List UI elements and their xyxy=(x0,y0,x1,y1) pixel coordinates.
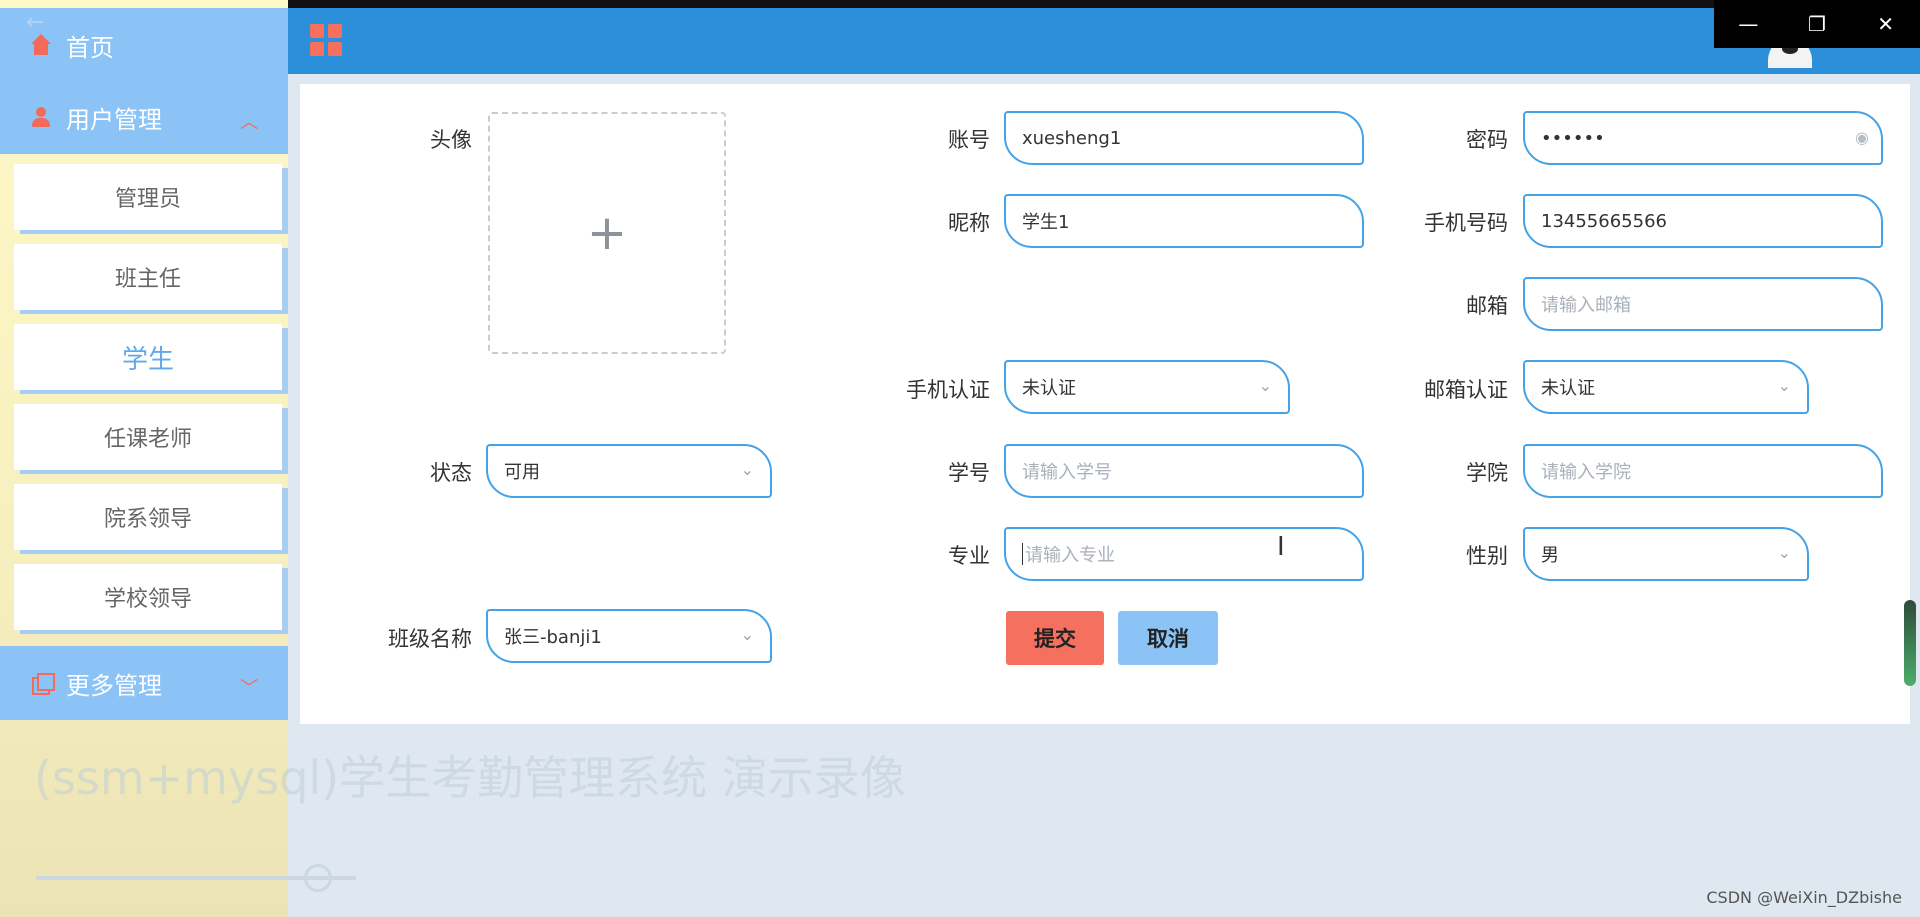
phone-value: 13455665566 xyxy=(1541,210,1667,232)
college-label: 学院 xyxy=(1466,461,1508,485)
student-no-placeholder: 请输入学号 xyxy=(1022,462,1112,483)
sidebar-item-head-teacher[interactable]: 班主任 xyxy=(14,244,282,310)
menu-user-management-label: 用户管理 xyxy=(66,105,162,134)
user-icon xyxy=(30,106,52,128)
email-verify-value: 未认证 xyxy=(1541,378,1595,399)
phone-verify-select[interactable]: 未认证 ⌄ xyxy=(1004,360,1290,414)
chevron-down-icon: ﹀ xyxy=(240,678,258,699)
chevron-down-icon: ⌄ xyxy=(740,460,754,479)
minimize-button[interactable]: — xyxy=(1714,0,1783,48)
student-no-label: 学号 xyxy=(948,461,990,485)
gender-select[interactable]: 男 ⌄ xyxy=(1523,527,1809,581)
phone-verify-value: 未认证 xyxy=(1022,378,1076,399)
arrow-left-icon[interactable]: ← xyxy=(26,10,44,35)
class-label: 班级名称 xyxy=(388,627,472,651)
text-caret xyxy=(1022,543,1023,565)
status-value: 可用 xyxy=(504,462,540,483)
cancel-button[interactable]: 取消 xyxy=(1118,611,1218,665)
password-value: •••••• xyxy=(1541,127,1605,149)
sidebar-item-student[interactable]: 学生 xyxy=(14,324,282,390)
nickname-value: 学生1 xyxy=(1022,212,1070,233)
email-placeholder: 请输入邮箱 xyxy=(1541,295,1631,316)
grid-menu-icon[interactable] xyxy=(310,24,342,56)
window-controls: — ❐ ✕ xyxy=(1714,0,1920,48)
user-submenu: 管理员 班主任 学生 任课老师 院系领导 学校领导 xyxy=(14,164,282,644)
college-input[interactable]: 请输入学院 xyxy=(1523,444,1883,498)
sidebar-item-teacher[interactable]: 任课老师 xyxy=(14,404,282,470)
gender-label: 性别 xyxy=(1466,544,1508,568)
phone-verify-label: 手机认证 xyxy=(906,378,990,402)
header-bar xyxy=(288,8,1920,74)
eye-icon[interactable]: ◉ xyxy=(1855,128,1869,147)
chevron-up-icon: ︿ xyxy=(240,112,258,133)
major-label: 专业 xyxy=(948,544,990,568)
college-placeholder: 请输入学院 xyxy=(1541,462,1631,483)
chevron-down-icon: ⌄ xyxy=(1777,543,1791,562)
copy-icon xyxy=(30,672,55,695)
chevron-down-icon: ⌄ xyxy=(1258,376,1272,395)
email-verify-label: 邮箱认证 xyxy=(1424,378,1508,402)
class-value: 张三-banji1 xyxy=(504,627,602,648)
chevron-down-icon: ⌄ xyxy=(1777,376,1791,395)
phone-label: 手机号码 xyxy=(1424,211,1508,235)
account-input[interactable]: xuesheng1 xyxy=(1004,111,1364,165)
major-input[interactable]: 请输入专业 xyxy=(1004,527,1364,581)
nickname-input[interactable]: 学生1 xyxy=(1004,194,1364,248)
student-no-input[interactable]: 请输入学号 xyxy=(1004,444,1364,498)
account-value: xuesheng1 xyxy=(1022,127,1122,149)
email-verify-select[interactable]: 未认证 ⌄ xyxy=(1523,360,1809,414)
watermark: CSDN @WeiXin_DZbishe xyxy=(1706,888,1902,907)
email-input[interactable]: 请输入邮箱 xyxy=(1523,277,1883,331)
submit-button[interactable]: 提交 xyxy=(1006,611,1104,665)
restore-button[interactable]: ❐ xyxy=(1783,0,1852,48)
status-label: 状态 xyxy=(430,461,472,485)
video-progress-handle[interactable] xyxy=(303,864,332,892)
gender-value: 男 xyxy=(1541,545,1559,566)
email-label: 邮箱 xyxy=(1466,294,1508,318)
menu-user-management[interactable]: 用户管理 ︿ xyxy=(0,80,288,154)
class-select[interactable]: 张三-banji1 ⌄ xyxy=(486,609,772,663)
chevron-down-icon: ⌄ xyxy=(740,625,754,644)
close-button[interactable]: ✕ xyxy=(1851,0,1920,48)
password-label: 密码 xyxy=(1466,128,1508,152)
major-placeholder: 请输入专业 xyxy=(1025,545,1115,566)
home-icon xyxy=(30,34,52,56)
password-input[interactable]: •••••• ◉ xyxy=(1523,111,1883,165)
status-select[interactable]: 可用 ⌄ xyxy=(486,444,772,498)
menu-home-label: 首页 xyxy=(66,33,114,62)
menu-more-management[interactable]: 更多管理 ﹀ xyxy=(0,646,288,720)
plus-icon: + xyxy=(586,205,628,261)
menu-more-management-label: 更多管理 xyxy=(66,671,162,700)
account-label: 账号 xyxy=(948,128,990,152)
nickname-label: 昵称 xyxy=(948,211,990,235)
avatar-label: 头像 xyxy=(430,128,472,152)
phone-input[interactable]: 13455665566 xyxy=(1523,194,1883,248)
sidebar-item-school-leader[interactable]: 学校领导 xyxy=(14,564,282,630)
avatar-uploader[interactable]: + xyxy=(488,112,726,354)
top-strip xyxy=(0,0,1920,8)
video-title-overlay: (ssm+mysql)学生考勤管理系统 演示录像 xyxy=(34,751,906,805)
sidebar-item-department-leader[interactable]: 院系领导 xyxy=(14,484,282,550)
text-cursor-icon: I xyxy=(1277,532,1285,562)
sidebar-item-admin[interactable]: 管理员 xyxy=(14,164,282,230)
scrollbar[interactable] xyxy=(1904,600,1916,686)
